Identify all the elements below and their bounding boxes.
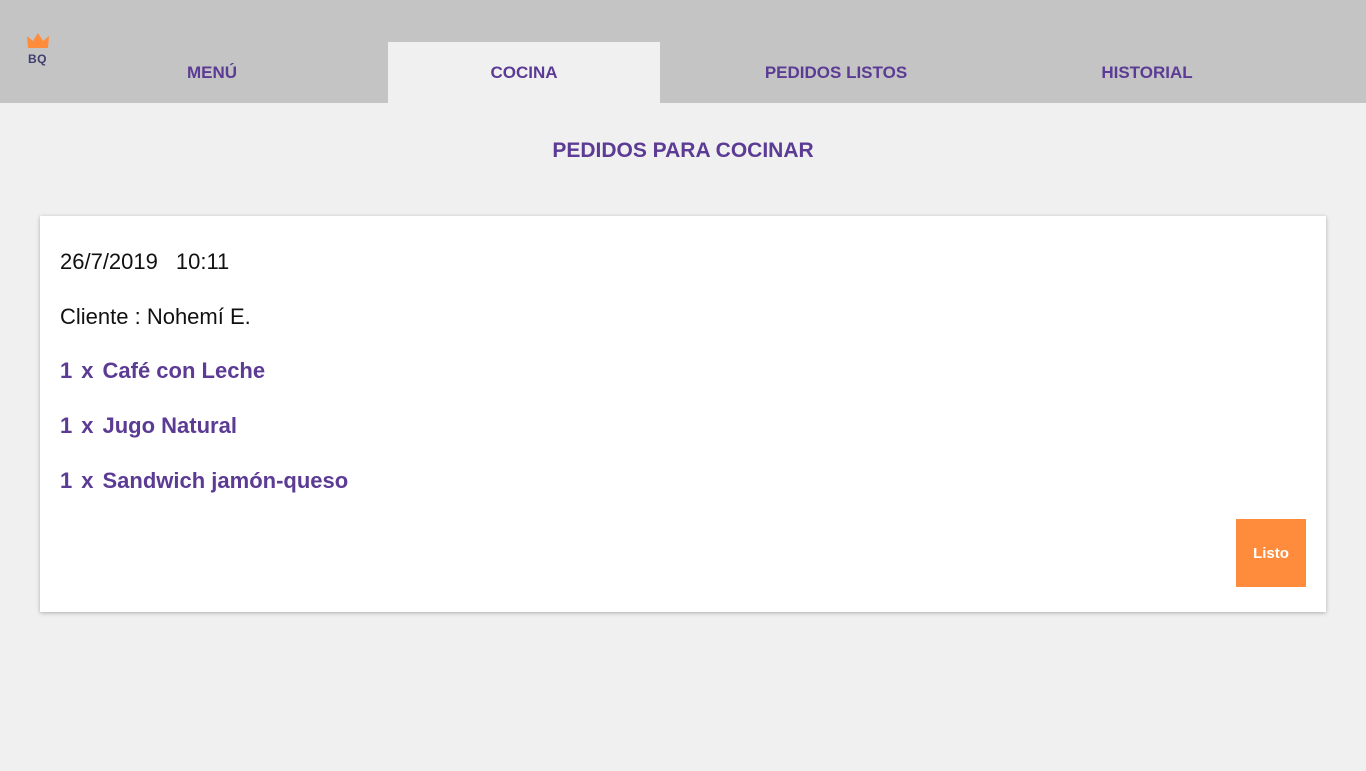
tab-pedidos-listos[interactable]: PEDIDOS LISTOS <box>700 42 972 103</box>
tab-historial-label: HISTORIAL <box>1101 62 1193 82</box>
item-multiplier: x <box>81 468 94 493</box>
item-multiplier: x <box>81 358 94 383</box>
tab-menu[interactable]: MENÚ <box>76 42 348 103</box>
item-name: Sandwich jamón-queso <box>102 468 349 493</box>
order-date: 26/7/2019 <box>60 249 158 274</box>
tab-cocina[interactable]: COCINA <box>388 42 660 103</box>
page-title: PEDIDOS PARA COCINAR <box>552 139 814 162</box>
crown-icon <box>27 33 49 48</box>
order-client: Cliente : Nohemí E. <box>60 304 251 329</box>
item-quantity: 1 <box>60 358 73 383</box>
item-multiplier: x <box>81 413 94 438</box>
ready-button[interactable]: Listo <box>1236 519 1306 587</box>
order-item: 1 x Sandwich jamón-queso <box>60 468 348 523</box>
order-card: 26/7/2019 10:11 Cliente : Nohemí E. 1 x Caf… <box>40 216 1326 612</box>
tab-historial[interactable]: HISTORIAL <box>1011 42 1283 103</box>
order-items-list: 1 x Café con Leche 1 x Jugo Natural 1 x Sandwi… <box>60 358 348 523</box>
item-quantity: 1 <box>60 413 73 438</box>
item-name: Café con Leche <box>102 358 266 383</box>
logo-text: BQ <box>28 52 47 66</box>
order-time: 10:11 <box>175 249 230 274</box>
tab-cocina-label: COCINA <box>490 62 558 82</box>
app-logo[interactable]: BQ <box>26 32 50 66</box>
order-item: 1 x Jugo Natural <box>60 413 348 468</box>
item-quantity: 1 <box>60 468 73 493</box>
top-navigation-bar: BQ MENÚ COCINA PEDIDOS LISTOS HISTORIAL <box>0 0 1366 103</box>
item-name: Jugo Natural <box>102 413 237 438</box>
tab-menu-label: MENÚ <box>186 62 238 82</box>
tab-pedidos-listos-label: PEDIDOS LISTOS <box>764 62 908 82</box>
order-item: 1 x Café con Leche <box>60 358 348 413</box>
order-datetime: 26/7/2019 10:11 <box>60 249 229 275</box>
